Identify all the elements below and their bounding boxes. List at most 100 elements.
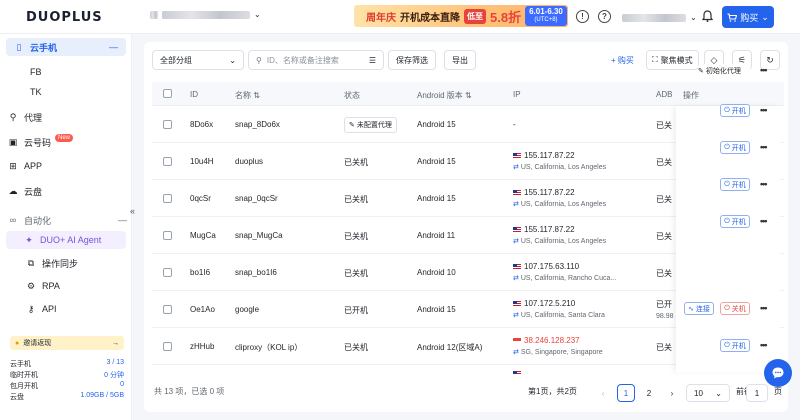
column-name[interactable]: 名称 ⇅ <box>235 90 260 101</box>
new-badge: New <box>55 134 74 142</box>
sidebar-section-automation[interactable]: ∞ 自动化 — <box>8 211 127 229</box>
switch-icon[interactable]: ⇄ <box>513 164 519 171</box>
sidebar-item-api[interactable]: ⚷ API <box>26 300 57 318</box>
ip-location: US, California, Los Angeles <box>520 238 607 245</box>
cell-status: 已开机 <box>344 306 368 315</box>
cell-status: 已关机 <box>344 232 368 241</box>
help-icon[interactable]: ? <box>598 10 611 23</box>
power-on-button[interactable]: ⏻ 开机 <box>720 215 750 228</box>
notice-icon[interactable]: ! <box>576 10 589 23</box>
sidebar-item-cloud-drive[interactable]: ☁ 云盘 <box>8 182 43 200</box>
select-all-checkbox[interactable] <box>163 89 172 98</box>
switch-icon[interactable]: ⇄ <box>513 275 519 282</box>
row-checkbox[interactable] <box>163 194 172 203</box>
export-button[interactable]: 导出 <box>444 50 476 70</box>
focus-mode-button[interactable]: ⛶ 聚焦模式 <box>646 50 699 70</box>
switch-icon[interactable]: ⇄ <box>513 349 519 356</box>
workspace-selector[interactable]: ⌄ <box>150 10 261 19</box>
switch-icon[interactable]: ⇄ <box>513 201 519 208</box>
column-android[interactable]: Android 版本 ⇅ <box>417 90 472 101</box>
cell-status: 已关机 <box>344 269 368 278</box>
search-input[interactable]: ⚲ ID、名称或备注搜索 ☰ <box>248 50 384 70</box>
collapse-icon[interactable]: — <box>109 42 118 52</box>
sidebar-item-sync[interactable]: ⧉ 操作同步 <box>26 254 78 272</box>
sidebar-item-label: 云盘 <box>24 186 43 197</box>
bell-icon[interactable] <box>701 10 714 24</box>
chat-support-button[interactable] <box>764 359 792 387</box>
us-flag-icon <box>513 226 521 233</box>
more-options-icon[interactable]: ••• <box>760 142 768 152</box>
row-checkbox[interactable] <box>163 120 172 129</box>
banner-discount: 5.8折 <box>490 9 522 25</box>
add-buy-button[interactable]: + 购买 <box>604 50 641 70</box>
power-on-button[interactable]: ⏻ 开机 <box>720 178 750 191</box>
status-label: 未配置代理 <box>356 122 392 129</box>
cell-android: Android 10 <box>417 268 456 277</box>
cell-adb: 已关 <box>656 158 672 167</box>
page-button[interactable]: 1 <box>617 384 635 402</box>
power-on-button[interactable]: ⏻ 开机 <box>720 141 750 154</box>
cell-ip-partial <box>513 369 524 375</box>
more-options-icon[interactable]: ••• <box>760 105 768 115</box>
column-status: 状态 <box>344 91 360 100</box>
connect-label: 连接 <box>695 305 710 313</box>
switch-icon[interactable]: ⇄ <box>513 238 519 245</box>
more-options-icon[interactable]: ••• <box>760 340 768 350</box>
prev-page-button[interactable]: ‹ <box>594 384 612 402</box>
logo[interactable]: DUOPLUS <box>26 10 103 25</box>
buy-button[interactable]: 购买 ⌄ <box>722 6 774 28</box>
group-select[interactable]: 全部分组 ⌄ <box>152 50 244 70</box>
sidebar-item-label: DUO+ AI Agent <box>40 235 102 245</box>
promo-banner[interactable]: 周年庆 开机成本直降 低至 5.8折 6.01-6.30 (UTC+8) <box>354 5 568 27</box>
goto-unit: 页 <box>774 387 782 396</box>
more-options-icon[interactable]: ••• <box>760 65 768 75</box>
sidebar-item-rpa[interactable]: ⚙ RPA <box>26 277 60 295</box>
power-on-label: 开机 <box>731 181 746 189</box>
page-button[interactable]: 2 <box>640 384 658 402</box>
power-on-button[interactable]: ⏻ 开机 <box>720 339 750 352</box>
next-page-button[interactable]: › <box>663 384 681 402</box>
account-menu[interactable]: ⌄ <box>622 13 697 22</box>
focus-mode-label: 聚焦模式 <box>660 55 693 65</box>
stat-value: 0 分钟 <box>104 372 124 379</box>
row-checkbox[interactable] <box>163 268 172 277</box>
more-options-icon[interactable]: ••• <box>760 216 768 226</box>
adb-status: 已开 <box>656 300 672 309</box>
cart-icon <box>727 12 738 22</box>
sidebar-item-cloud-phone[interactable]: ▯ 云手机 — <box>6 38 126 56</box>
collapse-sidebar-icon[interactable]: « <box>130 206 135 216</box>
sidebar-item-proxy[interactable]: ⚲ 代理 <box>8 108 42 126</box>
table-header: ID 名称 ⇅ 状态 Android 版本 ⇅ IP ADB 操作 <box>152 82 784 106</box>
switch-icon[interactable]: ⇄ <box>513 312 519 319</box>
filter-settings-icon[interactable]: ☰ <box>369 56 376 65</box>
more-options-icon[interactable]: ••• <box>760 179 768 189</box>
row-checkbox[interactable] <box>163 305 172 314</box>
sidebar-item-tk[interactable]: TK <box>30 87 42 97</box>
column-id[interactable]: ID <box>190 90 198 99</box>
page-size-select[interactable]: 10 ⌄ <box>686 384 730 402</box>
row-checkbox[interactable] <box>163 342 172 351</box>
row-checkbox[interactable] <box>163 231 172 240</box>
sidebar-item-ai-agent[interactable]: ✦ DUO+ AI Agent <box>6 231 126 249</box>
robot-icon: ⚙ <box>26 280 36 291</box>
goto-page-input[interactable]: 1 <box>746 384 768 402</box>
cell-android: Android 15 <box>417 194 456 203</box>
save-filter-button[interactable]: 保存筛选 <box>388 50 436 70</box>
power-on-button[interactable]: ⏻ 开机 <box>720 104 750 117</box>
cell-name: cliproxy（KOL ip） <box>235 343 303 352</box>
cell-adb: 已关 <box>656 121 672 130</box>
us-flag-icon <box>513 370 521 375</box>
connect-button[interactable]: ∿ 连接 <box>684 302 714 315</box>
init-proxy-button[interactable]: ✎ 初始化代理 <box>698 64 750 77</box>
stat-row: 临时开机 0 分钟 <box>10 370 124 381</box>
sidebar-item-cloud-number[interactable]: ▣ 云号码 New <box>8 133 74 151</box>
sidebar-item-app[interactable]: ⊞ APP <box>8 157 42 175</box>
power-off-button[interactable]: ⏻ 关机 <box>720 302 750 315</box>
unconfigured-proxy-tag[interactable]: ✎ 未配置代理 <box>344 117 397 133</box>
row-checkbox[interactable] <box>163 157 172 166</box>
more-options-icon[interactable]: ••• <box>760 303 768 313</box>
sidebar-item-fb[interactable]: FB <box>30 67 42 77</box>
invite-cashback-banner[interactable]: ● 邀请返现 → <box>10 336 124 350</box>
collapse-icon[interactable]: — <box>118 215 127 225</box>
sidebar-item-label: API <box>42 304 57 314</box>
